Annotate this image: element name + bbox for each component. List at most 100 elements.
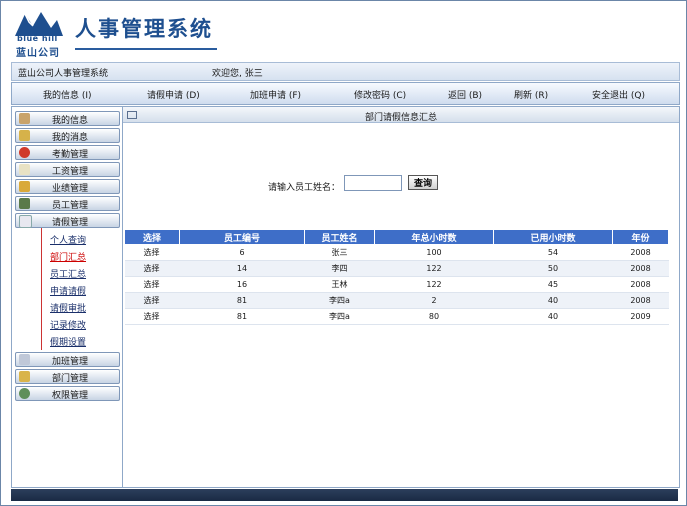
cell-year: 2008 (612, 260, 669, 277)
cell-year: 2008 (612, 292, 669, 309)
menu-label: 请假管理 (52, 218, 89, 228)
nav-refresh[interactable]: 刷新 (R) (514, 88, 548, 101)
nav-back[interactable]: 返回 (B) (448, 88, 482, 101)
nav-change-password[interactable]: 修改密码 (C) (354, 88, 406, 101)
staff-icon (19, 198, 30, 209)
cell-employee-id: 16 (179, 276, 305, 293)
cell-used-hours: 40 (493, 308, 613, 325)
cell-employee-name: 王林 (304, 276, 375, 293)
col-annual-hours: 年总小时数 (374, 229, 494, 245)
message-icon (19, 130, 30, 141)
col-employee-id: 员工编号 (179, 229, 305, 245)
submenu-record-edit[interactable]: 记录修改 (50, 318, 86, 331)
select-link[interactable]: 选择 (124, 292, 180, 309)
user-greeting: 欢迎您, 张三 (212, 69, 263, 79)
leave-icon (19, 215, 32, 228)
main-panel: 部门请假信息汇总 请输入员工姓名： 查询 选择 员工编号 员工姓名 年总小时数 … (122, 106, 680, 488)
select-link[interactable]: 选择 (124, 276, 180, 293)
col-employee-name: 员工姓名 (304, 229, 375, 245)
cell-annual-hours: 100 (374, 244, 494, 261)
system-name: 蓝山公司人事管理系统 (18, 69, 109, 79)
cell-annual-hours: 80 (374, 308, 494, 325)
search-label: 请输入员工姓名： (268, 183, 341, 193)
menu-label: 权限管理 (52, 391, 89, 401)
cell-employee-id: 6 (179, 244, 305, 261)
cell-used-hours: 40 (493, 292, 613, 309)
nav-my-info[interactable]: 我的信息 (I) (43, 88, 92, 101)
menu-staff[interactable]: 员工管理 (15, 196, 120, 211)
table-row: 选择 6 张三 100 54 2008 (124, 244, 669, 261)
table-row: 选择 16 王林 122 45 2008 (124, 276, 669, 293)
select-link[interactable]: 选择 (124, 260, 180, 277)
menu-my-messages[interactable]: 我的消息 (15, 128, 120, 143)
search-input[interactable] (344, 175, 402, 191)
submenu-apply-leave[interactable]: 申请请假 (50, 284, 86, 297)
menu-leave[interactable]: 请假管理 (15, 213, 120, 228)
cell-year: 2009 (612, 308, 669, 325)
submenu-personal-query[interactable]: 个人查询 (50, 233, 86, 246)
app-window: blue hill 蓝山公司 人事管理系统 蓝山公司人事管理系统 欢迎您, 张三… (0, 0, 687, 506)
department-icon (19, 371, 30, 382)
submenu-leave-approval[interactable]: 请假审批 (50, 301, 86, 314)
menu-label: 部门管理 (52, 374, 89, 384)
cell-year: 2008 (612, 276, 669, 293)
submenu-holiday-settings[interactable]: 假期设置 (50, 335, 86, 348)
table-header-row: 选择 员工编号 员工姓名 年总小时数 已用小时数 年份 (124, 229, 669, 245)
panel-header: 部门请假信息汇总 (123, 107, 679, 123)
menu-permission[interactable]: 权限管理 (15, 386, 120, 401)
menu-my-info[interactable]: 我的信息 (15, 111, 120, 126)
table-row: 选择 14 李四 122 50 2008 (124, 260, 669, 277)
table-row: 选择 81 李四a 80 40 2009 (124, 308, 669, 325)
menu-label: 我的信息 (52, 116, 89, 126)
panel-title: 部门请假信息汇总 (364, 113, 437, 123)
cell-employee-name: 李四a (304, 308, 375, 325)
menu-label: 业绩管理 (52, 184, 89, 194)
menu-label: 员工管理 (52, 201, 89, 211)
salary-icon (19, 164, 30, 175)
cell-used-hours: 50 (493, 260, 613, 277)
menu-label: 加班管理 (52, 357, 89, 367)
menu-label: 工资管理 (52, 167, 89, 177)
search-button[interactable]: 查询 (408, 175, 438, 190)
cell-employee-id: 81 (179, 292, 305, 309)
logo-text-en: blue hill (17, 34, 58, 43)
header: blue hill 蓝山公司 人事管理系统 (1, 1, 686, 61)
top-nav: 我的信息 (I) 请假申请 (D) 加班申请 (F) 修改密码 (C) 返回 (… (11, 82, 680, 105)
select-link[interactable]: 选择 (124, 244, 180, 261)
cell-employee-name: 张三 (304, 244, 375, 261)
col-select: 选择 (124, 229, 180, 245)
performance-icon (19, 181, 30, 192)
submenu-staff-summary[interactable]: 员工汇总 (50, 267, 86, 280)
nav-logout[interactable]: 安全退出 (Q) (592, 88, 645, 101)
menu-performance[interactable]: 业绩管理 (15, 179, 120, 194)
menu-label: 考勤管理 (52, 150, 89, 160)
logo-mountain-icon (15, 12, 63, 36)
title-underline (75, 48, 217, 50)
menu-attendance[interactable]: 考勤管理 (15, 145, 120, 160)
cell-employee-id: 81 (179, 308, 305, 325)
leave-summary-table: 选择 员工编号 员工姓名 年总小时数 已用小时数 年份 选择 6 张三 100 … (124, 229, 669, 325)
menu-salary[interactable]: 工资管理 (15, 162, 120, 177)
menu-department[interactable]: 部门管理 (15, 369, 120, 384)
welcome-bar: 蓝山公司人事管理系统 欢迎您, 张三 (11, 62, 680, 81)
cell-used-hours: 54 (493, 244, 613, 261)
menu-overtime[interactable]: 加班管理 (15, 352, 120, 367)
cell-employee-id: 14 (179, 260, 305, 277)
sidebar: 我的信息 我的消息 考勤管理 工资管理 业绩管理 员工管理 请假管理 个人查询 … (11, 106, 123, 488)
overtime-icon (19, 354, 30, 365)
nav-overtime-request[interactable]: 加班申请 (F) (250, 88, 301, 101)
cell-employee-name: 李四 (304, 260, 375, 277)
cell-used-hours: 45 (493, 276, 613, 293)
menu-label: 我的消息 (52, 133, 89, 143)
profile-icon (19, 113, 30, 124)
col-year: 年份 (612, 229, 669, 245)
submenu-divider (41, 228, 42, 350)
cell-employee-name: 李四a (304, 292, 375, 309)
logo-text-cn: 蓝山公司 (16, 48, 60, 59)
nav-leave-request[interactable]: 请假申请 (D) (147, 88, 200, 101)
table-row: 选择 81 李四a 2 40 2008 (124, 292, 669, 309)
cell-annual-hours: 2 (374, 292, 494, 309)
col-used-hours: 已用小时数 (493, 229, 613, 245)
select-link[interactable]: 选择 (124, 308, 180, 325)
submenu-dept-summary[interactable]: 部门汇总 (50, 250, 86, 263)
